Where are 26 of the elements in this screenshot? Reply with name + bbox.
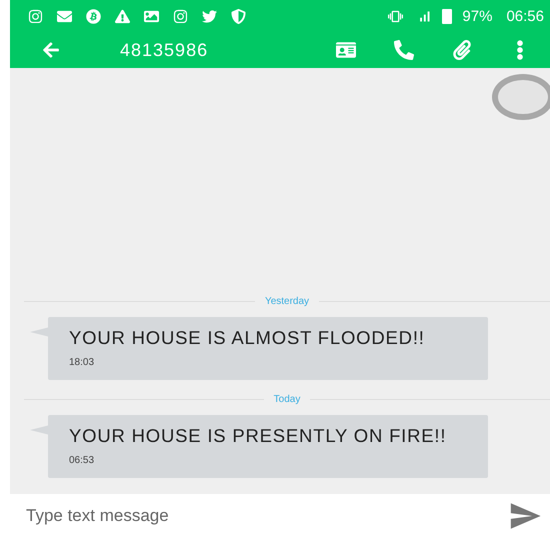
paperclip-icon[interactable]	[452, 40, 472, 60]
date-separator: Today	[274, 394, 300, 405]
date-separator: Yesterday	[264, 296, 310, 307]
floating-button[interactable]	[492, 74, 550, 120]
image-icon	[144, 8, 159, 24]
contact-card-icon[interactable]	[336, 40, 356, 60]
battery-icon	[442, 8, 452, 24]
vibrate-icon	[388, 8, 404, 24]
back-icon[interactable]	[42, 41, 60, 59]
clock: 06:56	[506, 8, 544, 24]
message-input-field[interactable]: Type text message	[24, 505, 508, 527]
signal-icon	[417, 8, 432, 24]
instagram-icon	[173, 8, 188, 24]
shield-icon	[231, 8, 246, 24]
message-time: 06:53	[69, 455, 96, 466]
contact-number: 48135986	[120, 40, 208, 60]
bitcoin-icon	[86, 8, 101, 24]
alert-icon	[115, 8, 130, 24]
message-text: YOUR HOUSE IS ALMOST FLOODED!!	[69, 329, 426, 347]
mail-icon	[57, 8, 72, 24]
twitter-icon	[202, 8, 217, 24]
message-time: 18:03	[69, 357, 96, 368]
battery-level: 97%	[462, 8, 492, 24]
message-text: YOUR HOUSE IS PRESENTLY ON FIRE!!	[69, 427, 448, 445]
phone-icon[interactable]	[394, 40, 414, 60]
instagram-icon	[28, 8, 43, 24]
